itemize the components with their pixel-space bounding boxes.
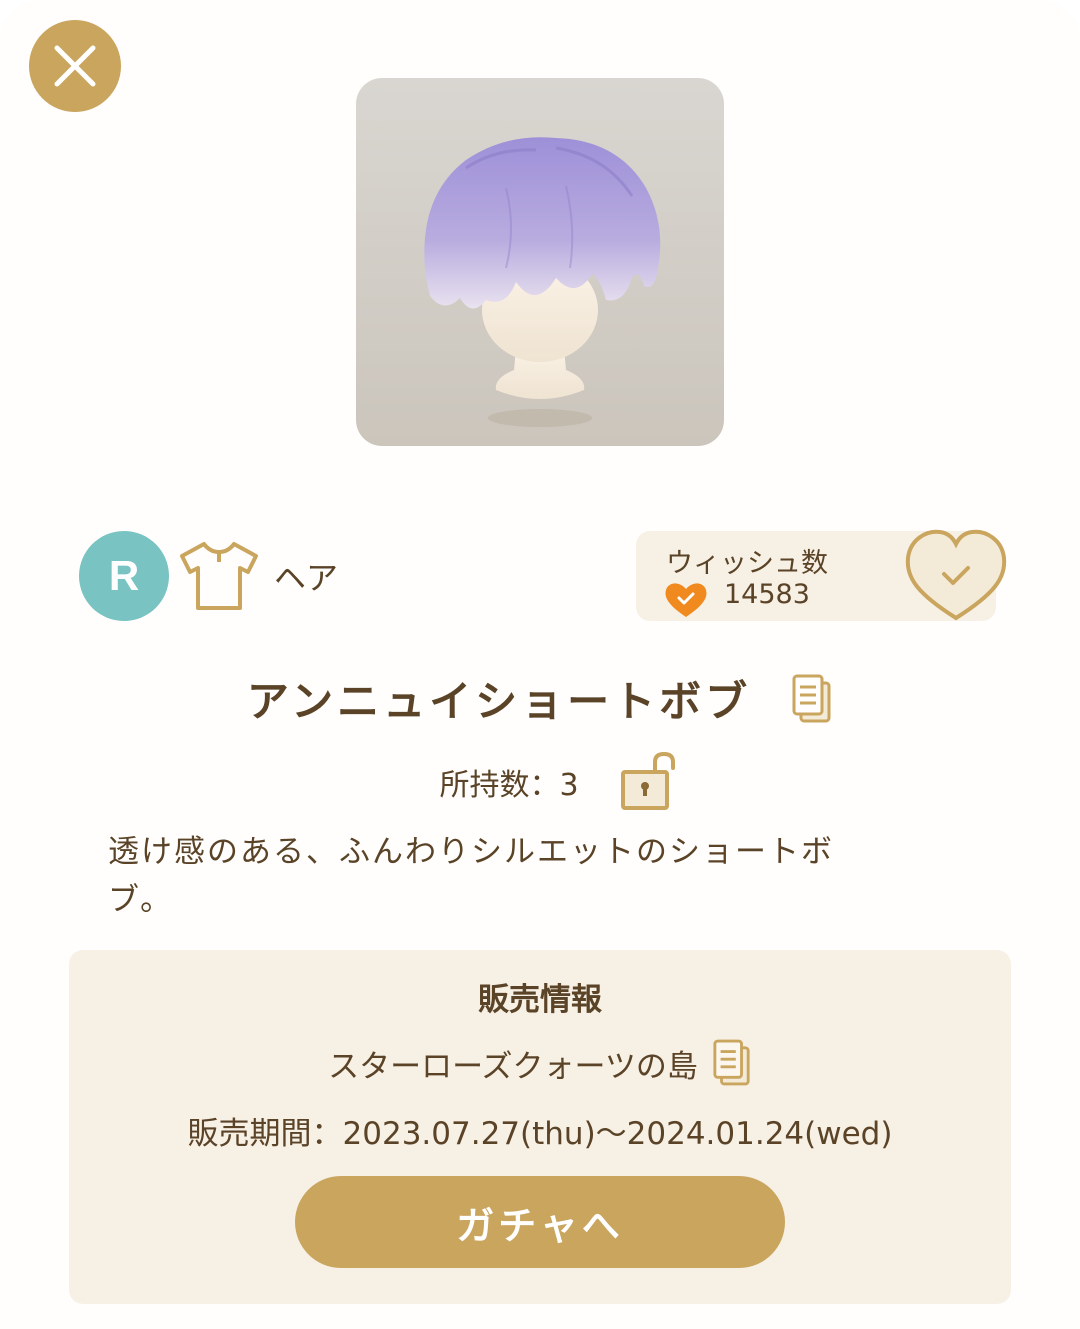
item-name: アンニュイショートボブ [246,677,752,726]
heart-check-icon [665,583,707,617]
copy-icon[interactable] [712,1038,752,1088]
item-description: 透け感のある、ふんわりシルエットのショートボブ。 [108,834,834,918]
wish-count-value: 14583 [724,579,810,610]
sales-island-link[interactable]: スターローズクォーツの島 [328,1041,698,1086]
sales-info-title: 販売情報 [478,982,602,1018]
item-thumbnail [356,78,724,446]
owned-count: 所持数：3 [439,768,579,803]
rarity-badge: R [79,531,169,621]
sales-period: 販売期間：2023.07.27(thu)〜2024.01.24(wed) [187,1116,893,1152]
close-button[interactable] [29,20,121,112]
shirt-icon [180,542,258,610]
close-icon [54,45,96,87]
item-detail-sheet: R ヘア ウィッシュ数 14583 アンニュイショートボブ 所持数：3 透け感の… [0,0,1080,1329]
owned-row: 所持数：3 [0,752,1080,812]
go-to-gacha-button[interactable]: ガチャへ [295,1176,785,1268]
copy-icon[interactable] [791,673,833,725]
wish-heart-button[interactable] [904,528,1008,622]
sales-island-row: スターローズクォーツの島 [69,1038,1011,1088]
item-title-row: アンニュイショートボブ [0,668,1080,729]
category-label: ヘア [274,559,339,597]
sales-info-panel: 販売情報 スターローズクォーツの島 販売期間：2023.07.27(thu)〜2… [69,950,1011,1304]
wish-count-label: ウィッシュ数 [666,548,828,579]
hair-item-image [424,137,661,427]
unlocked-padlock-icon[interactable] [619,752,681,812]
